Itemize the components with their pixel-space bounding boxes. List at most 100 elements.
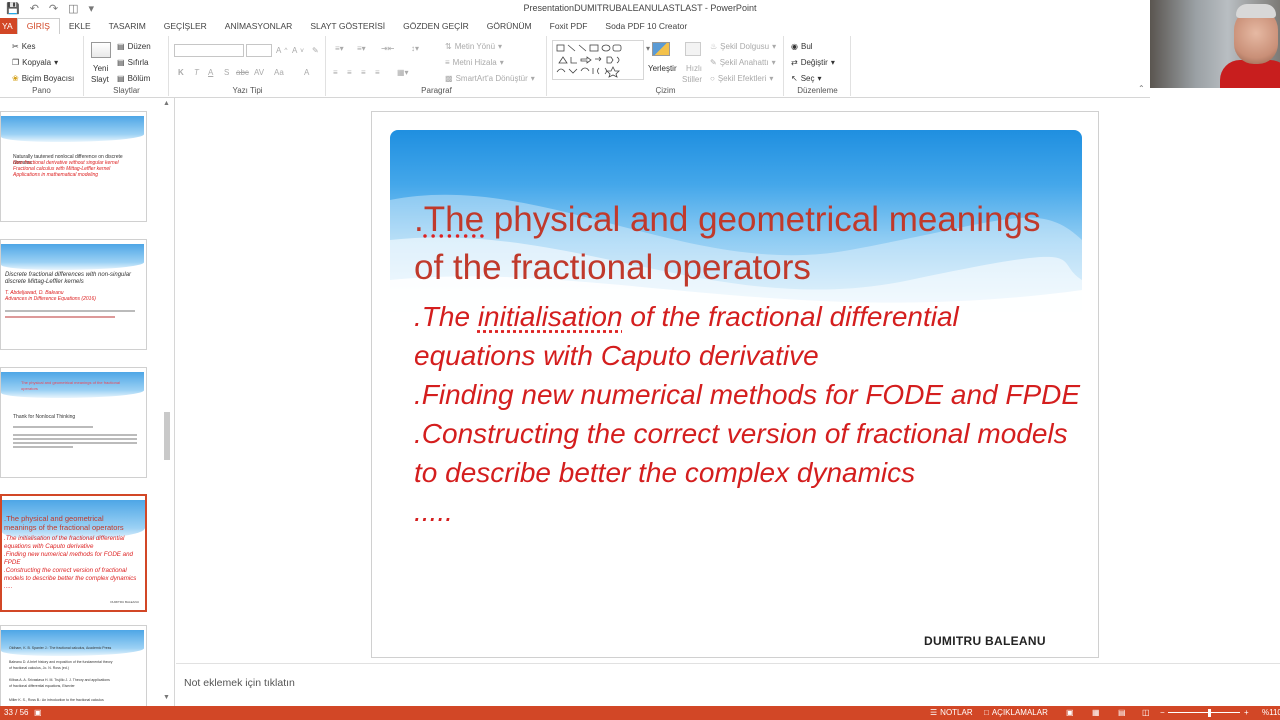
thumbnail-wave bbox=[1, 244, 144, 270]
tab-file[interactable]: YA bbox=[0, 18, 17, 34]
align-right-icon[interactable]: ≡ bbox=[361, 68, 366, 77]
shape-fill-button[interactable]: ♨ Şekil Dolgusu ▾ bbox=[710, 42, 776, 51]
current-slide[interactable]: .The physical and geometrical meanings o… bbox=[371, 111, 1099, 658]
notes-toggle[interactable]: ☰ NOTLAR bbox=[930, 708, 973, 717]
normal-view-icon[interactable]: ▣ bbox=[1066, 708, 1074, 717]
tab-review[interactable]: GÖZDEN GEÇİR bbox=[394, 18, 478, 34]
thumbnail-text: .Finding new numerical methods for FODE … bbox=[4, 551, 133, 558]
align-text-button[interactable]: ≡ Metni Hizala ▾ bbox=[445, 58, 504, 67]
arrange-button[interactable]: Yerleştir bbox=[648, 64, 677, 73]
char-spacing-button[interactable]: AV bbox=[254, 68, 264, 77]
scrollbar-thumb[interactable] bbox=[164, 412, 170, 460]
format-painter-button[interactable]: ❀ Biçim Boyacısı bbox=[12, 74, 74, 83]
thumbnail-text: of fractional calculus, Jo. N. Ross (ed.… bbox=[9, 666, 69, 670]
smartart-button[interactable]: ▩ SmartArt'a Dönüştür ▾ bbox=[445, 74, 535, 83]
tab-home[interactable]: GİRİŞ bbox=[16, 18, 60, 34]
slide-thumbnail[interactable]: Naturally tautened nonlocal difference o… bbox=[0, 111, 147, 222]
comments-toggle[interactable]: □ AÇIKLAMALAR bbox=[984, 708, 1048, 717]
tab-view[interactable]: GÖRÜNÜM bbox=[478, 18, 541, 34]
reading-view-icon[interactable]: ▤ bbox=[1118, 708, 1126, 717]
new-slide-label-2[interactable]: Slayt bbox=[91, 75, 109, 84]
copy-button[interactable]: ❐ Kopyala ▾ bbox=[12, 58, 58, 67]
slideshow-view-icon[interactable]: ◫ bbox=[1142, 708, 1150, 717]
thumbnail-text: Advances in Difference Equations (2016) bbox=[5, 296, 96, 302]
thumbnail-text-line bbox=[5, 316, 115, 318]
thumbnail-text: discrete Mittag-Leffler kernels bbox=[5, 279, 84, 285]
font-name-combo[interactable] bbox=[174, 44, 244, 57]
tab-soda-pdf[interactable]: Soda PDF 10 Creator bbox=[596, 18, 696, 34]
numbering-icon[interactable]: ≡▾ bbox=[357, 44, 366, 53]
shapes-scroll-icon[interactable]: ▾ bbox=[646, 44, 650, 53]
shrink-font-icon[interactable]: Av bbox=[292, 46, 304, 55]
scroll-down-icon[interactable]: ▼ bbox=[163, 694, 170, 701]
underline-button[interactable]: A bbox=[208, 68, 213, 77]
zoom-slider-knob[interactable] bbox=[1208, 709, 1211, 717]
replace-icon: ⇄ bbox=[791, 58, 798, 67]
thumbnail-text-line bbox=[13, 442, 137, 444]
bullets-icon[interactable]: ≡▾ bbox=[335, 44, 344, 53]
bullet-4: ..... bbox=[414, 496, 453, 527]
tab-animations[interactable]: ANİMASYONLAR bbox=[216, 18, 302, 34]
thumbnail-scrollbar[interactable]: ▲ ▼ bbox=[162, 100, 172, 706]
cut-button[interactable]: ✂ Kes bbox=[12, 42, 36, 51]
tab-foxit-pdf[interactable]: Foxit PDF bbox=[541, 18, 597, 34]
select-button[interactable]: ↖ Seç ▾ bbox=[791, 74, 822, 83]
columns-icon[interactable]: ▦▾ bbox=[397, 68, 409, 77]
new-slide-button[interactable]: Yeni bbox=[93, 64, 108, 73]
slide-thumbnail-pane: Naturally tautened nonlocal difference o… bbox=[0, 98, 175, 706]
line-spacing-icon[interactable]: ↕▾ bbox=[411, 44, 419, 53]
clear-format-icon[interactable]: ✎ bbox=[312, 46, 319, 55]
slide-title[interactable]: .The physical and geometrical meanings o… bbox=[414, 196, 1074, 292]
tab-design[interactable]: TASARIM bbox=[100, 18, 155, 34]
quick-styles-button[interactable]: Hızlı bbox=[686, 64, 702, 73]
justify-icon[interactable]: ≡ bbox=[375, 68, 380, 77]
quick-styles-label-2[interactable]: Stiller bbox=[682, 75, 702, 84]
tab-transitions[interactable]: GEÇİŞLER bbox=[155, 18, 216, 34]
grow-font-icon[interactable]: A ^ bbox=[276, 46, 287, 55]
shape-effects-button[interactable]: ○ Şekil Efektleri ▾ bbox=[710, 74, 773, 83]
font-color-icon[interactable]: A bbox=[304, 68, 309, 77]
scroll-up-icon[interactable]: ▲ bbox=[163, 100, 170, 107]
slide-thumbnail[interactable]: Discrete fractional differences with non… bbox=[0, 239, 147, 350]
replace-button[interactable]: ⇄ Değiştir ▾ bbox=[791, 58, 835, 67]
zoom-level[interactable]: %110 bbox=[1262, 708, 1280, 717]
shape-outline-button[interactable]: ✎ Şekil Anahattı ▾ bbox=[710, 58, 776, 67]
zoom-out-icon[interactable]: − bbox=[1160, 708, 1165, 717]
indent-icon[interactable]: ⇥⇤ bbox=[381, 44, 394, 53]
tab-slideshow[interactable]: SLAYT GÖSTERİSİ bbox=[301, 18, 394, 34]
shadow-button[interactable]: S bbox=[224, 68, 229, 77]
zoom-in-icon[interactable]: + bbox=[1244, 708, 1249, 717]
align-left-icon[interactable]: ≡ bbox=[333, 68, 338, 77]
section-button[interactable]: ▤ Bölüm bbox=[117, 74, 150, 83]
layout-button[interactable]: ▤ Düzen bbox=[117, 42, 151, 51]
collapse-ribbon-icon[interactable]: ⌃ bbox=[1138, 84, 1145, 93]
group-label-drawing: Çizim bbox=[655, 86, 676, 95]
zoom-slider-track[interactable] bbox=[1168, 712, 1240, 713]
spelling-icon[interactable]: ▣ bbox=[34, 708, 42, 717]
notes-pane[interactable]: Not eklemek için tıklatın bbox=[176, 663, 1280, 706]
text-direction-button[interactable]: ⇅ Metin Yönü ▾ bbox=[445, 42, 502, 51]
slide-body-text[interactable]: .The initialisation of the fractional di… bbox=[414, 297, 1084, 531]
slide-thumbnail-selected[interactable]: .The physical and geometrical meanings o… bbox=[0, 494, 147, 612]
font-size-combo[interactable] bbox=[246, 44, 272, 57]
thumbnail-text: Thank for Nonlocal Thinking bbox=[13, 414, 76, 420]
group-label-font: Yazı Tipi bbox=[232, 86, 263, 95]
shapes-gallery[interactable] bbox=[552, 40, 644, 80]
ribbon: ✂ Kes ❐ Kopyala ▾ ❀ Biçim Boyacısı Pano Yeni… bbox=[0, 34, 1150, 98]
change-case-button[interactable]: Aa bbox=[274, 68, 284, 77]
tab-insert[interactable]: EKLE bbox=[60, 18, 100, 34]
group-label-editing: Düzenleme bbox=[797, 86, 838, 95]
notes-placeholder[interactable]: Not eklemek için tıklatın bbox=[184, 677, 295, 689]
italic-button[interactable]: T bbox=[194, 68, 199, 77]
status-bar: 33 / 56 ▣ ☰ NOTLAR □ AÇIKLAMALAR ▣ ▦ ▤ ◫ −… bbox=[0, 706, 1280, 720]
bold-button[interactable]: K bbox=[178, 68, 184, 77]
align-center-icon[interactable]: ≡ bbox=[347, 68, 352, 77]
title-bar: 💾 ↶ ↷ ◫ ▾ PresentationDUMITRUBALEANULAST… bbox=[0, 0, 1150, 18]
bullet-1-underlined: initialisation bbox=[477, 301, 623, 332]
slide-sorter-icon[interactable]: ▦ bbox=[1092, 708, 1100, 717]
slide-thumbnail[interactable]: The physical and geometrical meanings of… bbox=[0, 367, 147, 478]
slide-thumbnail[interactable]: Oldham, K. B. Spanier J.: The fractional… bbox=[0, 625, 147, 706]
reset-button[interactable]: ▤ Sıfırla bbox=[117, 58, 148, 67]
find-button[interactable]: ◉ Bul bbox=[791, 42, 813, 51]
strikethrough-button[interactable]: abc bbox=[236, 68, 249, 77]
